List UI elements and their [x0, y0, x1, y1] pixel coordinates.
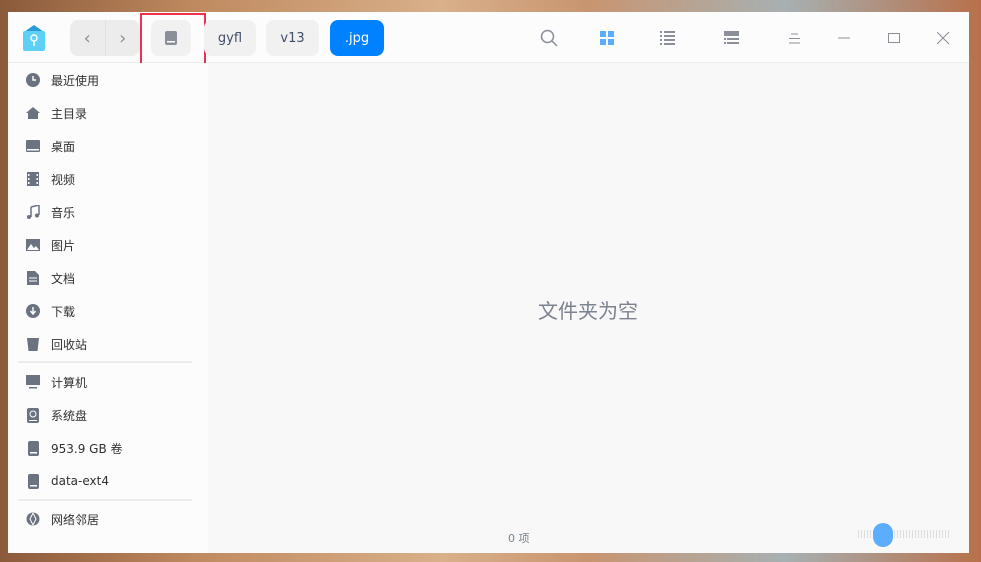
sidebar-item-label: 计算机: [51, 375, 88, 390]
disk-icon: [26, 440, 40, 456]
document-icon: [26, 271, 40, 285]
video-icon: [26, 172, 40, 186]
sidebar-item-label: 视频: [51, 172, 76, 187]
menu-icon: [788, 33, 800, 43]
network-icon: [26, 512, 40, 526]
sidebar-item-label: 系统盘: [51, 408, 88, 423]
back-button[interactable]: ‹: [70, 20, 106, 56]
minimize-button[interactable]: [834, 28, 854, 48]
sidebar-item-documents[interactable]: 文档: [26, 267, 75, 289]
sidebar-item-label: 主目录: [51, 106, 88, 121]
music-icon: [26, 205, 40, 219]
sidebar: 最近使用 主目录 桌面 视频 音乐 图片 文档 下载 回收站 计算机 系统盘 9…: [8, 63, 208, 553]
forward-button[interactable]: ›: [106, 20, 141, 56]
grid-icon: [600, 31, 614, 45]
breadcrumb-jpg[interactable]: .jpg: [330, 20, 384, 56]
icon-view-button[interactable]: [597, 28, 617, 48]
detail-view-button[interactable]: [721, 28, 741, 48]
item-count: 0 项: [508, 532, 530, 545]
sidebar-item-data-ext4[interactable]: data-ext4: [26, 470, 109, 492]
sidebar-item-home[interactable]: 主目录: [26, 102, 87, 124]
file-manager-window: ‹ › gyfl v13 .jpg 最近使用 主目录 桌面 视频 音乐 图片 文…: [8, 12, 969, 553]
sidebar-item-label: 最近使用: [51, 73, 100, 88]
search-button[interactable]: [539, 28, 559, 48]
slider-thumb[interactable]: [872, 523, 893, 547]
sidebar-item-downloads[interactable]: 下载: [26, 300, 75, 322]
title-bar: ‹ › gyfl v13 .jpg: [8, 12, 969, 66]
clock-icon: [26, 73, 40, 87]
icon-size-slider[interactable]: [858, 523, 951, 547]
breadcrumb-gyfl[interactable]: gyfl: [204, 20, 256, 56]
list-view-button[interactable]: [657, 28, 677, 48]
empty-folder-message: 文件夹为空: [538, 299, 638, 323]
sidebar-item-label: 桌面: [51, 139, 76, 154]
sidebar-item-computer[interactable]: 计算机: [26, 371, 87, 393]
close-button[interactable]: [933, 28, 953, 48]
desktop-icon: [26, 139, 40, 153]
minimize-icon: [838, 37, 850, 39]
navigation-buttons: ‹ ›: [70, 20, 140, 56]
sidebar-item-label: 图片: [51, 238, 76, 253]
sidebar-item-videos[interactable]: 视频: [26, 168, 75, 190]
sidebar-item-music[interactable]: 音乐: [26, 201, 75, 223]
tree-view-icon: [723, 31, 739, 44]
sidebar-item-volume[interactable]: 953.9 GB 卷: [26, 437, 123, 459]
maximize-icon: [888, 33, 900, 43]
sidebar-divider: [18, 361, 192, 363]
close-icon: [937, 32, 949, 44]
sidebar-item-label: data-ext4: [51, 474, 109, 488]
home-icon: [26, 106, 40, 120]
picture-icon: [26, 238, 40, 252]
sidebar-item-label: 下载: [51, 304, 76, 319]
list-icon: [659, 31, 675, 45]
sidebar-item-label: 953.9 GB 卷: [51, 441, 123, 456]
sidebar-item-pictures[interactable]: 图片: [26, 234, 75, 256]
breadcrumb-v13[interactable]: v13: [266, 20, 319, 56]
sidebar-item-label: 网络邻居: [51, 512, 100, 527]
sidebar-item-system-disk[interactable]: 系统盘: [26, 404, 87, 426]
app-logo-icon: [23, 25, 45, 51]
sidebar-item-trash[interactable]: 回收站: [26, 333, 87, 355]
system-disk-icon: [26, 407, 40, 423]
sidebar-item-desktop[interactable]: 桌面: [26, 135, 75, 157]
sidebar-item-recent[interactable]: 最近使用: [26, 69, 99, 91]
maximize-button[interactable]: [884, 28, 904, 48]
disk-icon: [26, 473, 40, 489]
sidebar-item-label: 音乐: [51, 205, 76, 220]
sidebar-divider: [18, 499, 192, 501]
sidebar-item-label: 文档: [51, 271, 76, 286]
sidebar-item-network[interactable]: 网络邻居: [26, 508, 99, 530]
computer-icon: [26, 375, 40, 389]
highlight-box: [140, 13, 206, 66]
search-icon: [540, 29, 558, 47]
trash-icon: [26, 337, 40, 351]
download-icon: [26, 304, 40, 318]
menu-button[interactable]: [784, 28, 804, 48]
sidebar-item-label: 回收站: [51, 337, 88, 352]
